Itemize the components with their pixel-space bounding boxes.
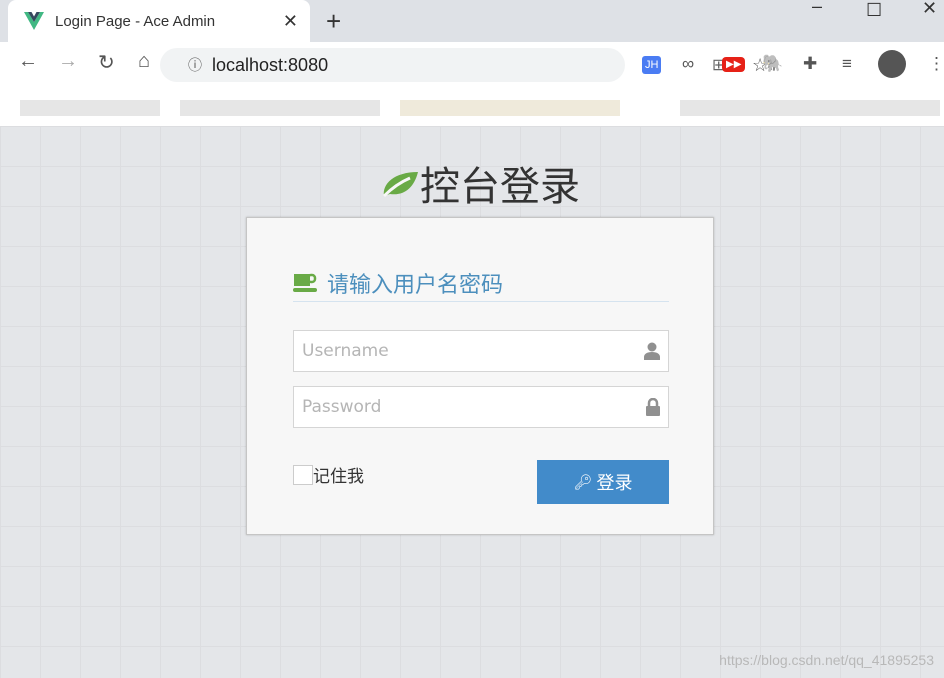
address-bar[interactable]: ⓘ localhost:8080 ⊞ ☆: [160, 48, 768, 82]
remember-checkbox[interactable]: [293, 464, 313, 485]
new-tab-button[interactable]: +: [326, 6, 341, 37]
jh-icon[interactable]: JH: [642, 56, 662, 74]
login-button-label: 登录: [596, 473, 633, 493]
close-window-icon[interactable]: ✕: [922, 0, 937, 19]
puzzle-icon[interactable]: ✚: [803, 54, 817, 74]
coffee-icon: [293, 273, 317, 292]
tab-bar: Login Page - Ace Admin ✕ + – ☐ ✕: [0, 0, 944, 42]
password-field[interactable]: [293, 386, 669, 428]
info-icon: ⓘ: [188, 57, 202, 73]
login-header: 请输入用户名密码: [293, 264, 669, 302]
minimize-icon[interactable]: –: [812, 0, 822, 17]
media-icon[interactable]: ≡: [842, 54, 852, 74]
leaf-icon: [382, 172, 418, 198]
bookmark-blurred[interactable]: [180, 100, 380, 116]
password-input[interactable]: [302, 397, 646, 417]
login-header-text: 请输入用户名密码: [327, 271, 504, 297]
reload-icon[interactable]: ↻: [98, 50, 115, 75]
user-icon: [644, 342, 660, 360]
menu-icon[interactable]: ⋮: [928, 54, 944, 74]
url-text: localhost:8080: [212, 54, 329, 75]
page: 控台登录 请输入用户名密码 记住我 🔑︎ 登录 https://blog.csd…: [0, 126, 944, 678]
login-box: 请输入用户名密码 记住我 🔑︎ 登录: [246, 217, 714, 535]
vue-logo-icon: [24, 12, 44, 30]
link-icon[interactable]: ∞: [682, 54, 694, 74]
login-button[interactable]: 🔑︎ 登录: [537, 460, 669, 504]
bookmarks-bar: [0, 86, 944, 126]
evernote-icon[interactable]: 🐘: [762, 54, 783, 74]
youtube-icon[interactable]: ▶▶: [722, 57, 746, 72]
bookmark-blurred[interactable]: [20, 100, 160, 116]
browser-tab[interactable]: Login Page - Ace Admin ✕: [8, 0, 310, 42]
key-icon: 🔑︎: [573, 474, 593, 491]
brand: 控台登录: [380, 154, 580, 212]
username-field[interactable]: [293, 330, 669, 372]
back-icon[interactable]: ←: [18, 50, 38, 73]
remember-me[interactable]: 记住我: [293, 462, 364, 487]
forward-icon[interactable]: →: [58, 50, 78, 73]
username-input[interactable]: [302, 341, 644, 361]
bookmark-blurred[interactable]: [680, 100, 940, 116]
maximize-icon[interactable]: ☐: [866, 0, 882, 21]
watermark: https://blog.csdn.net/qq_41895253: [719, 652, 934, 668]
brand-title: 控台登录: [420, 164, 580, 210]
home-icon[interactable]: ⌂: [138, 50, 150, 73]
bookmark-blurred[interactable]: [400, 100, 620, 116]
profile-icon[interactable]: [878, 50, 906, 78]
lock-icon: [646, 398, 660, 416]
tab-close-icon[interactable]: ✕: [283, 11, 298, 32]
remember-label: 记住我: [313, 467, 364, 486]
tab-title: Login Page - Ace Admin: [55, 12, 216, 30]
